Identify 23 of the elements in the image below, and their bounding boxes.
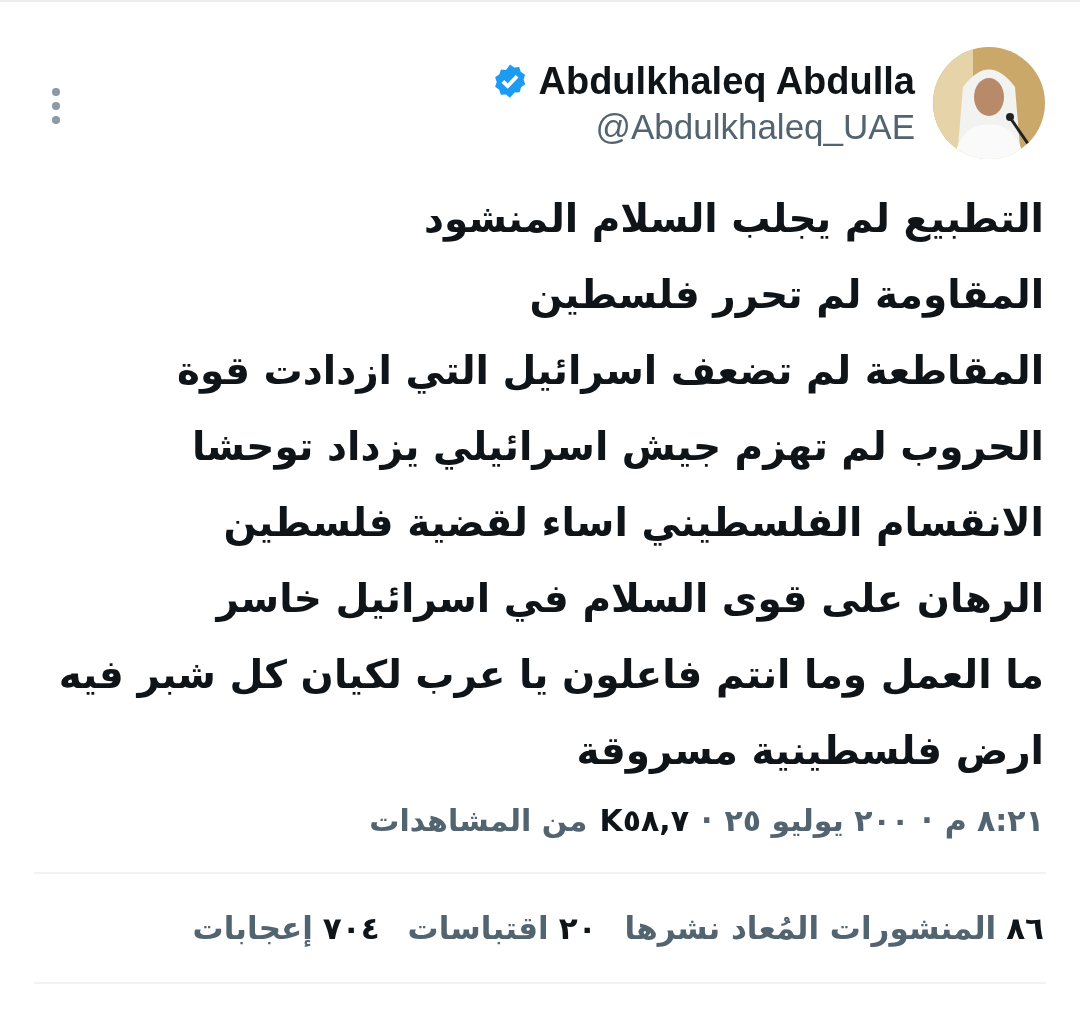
tweet-text-line: المقاطعة لم تضعف اسرائيل التي ازدادت قوة [175,347,1044,396]
post-time: ٨:٢١ م [944,803,1044,838]
stat-count: ٢٠ [558,910,597,946]
tweet-text-line: ارض فلسطينية مسروقة [575,727,1044,776]
views-count: K٥٨,٧ [599,803,689,838]
separator-dot: · [700,803,713,838]
stat-count: ٨٦ [1006,910,1044,946]
tweet-text-line: التطبيع لم يجلب السلام المنشود [422,195,1044,244]
author-name: Abdulkhaleq Abdulla [538,59,915,103]
tweet-text-line: الحروب لم تهزم جيش اسرائيلي يزداد توحشا [190,423,1044,472]
tweet-text-line: المقاومة لم تحرر فلسطين [528,271,1044,320]
views-label: من المشاهدات [369,803,588,838]
stat-count: ٧٠٤ [322,910,380,946]
more-options-icon[interactable] [50,87,62,125]
tweet-text-line: ما العمل وما انتم فاعلون يا عرب لكيان كل شبر فيه [57,651,1044,700]
author-handle: @Abdulkhaleq_UAE [595,106,915,147]
post-date: ٢٠٠ يوليو ٢٥ [724,803,910,838]
tweet-text-line: الانقسام الفلسطيني اساء لقضية فلسطين [222,499,1044,548]
separator-dot: · [921,803,933,838]
tweet-text-line: الرهان على قوى السلام في اسرائيل خاسر [214,575,1044,624]
stat-label[interactable]: إعجابات [192,910,313,946]
stat-label[interactable]: اقتباسات [407,910,549,946]
stat-label[interactable]: المنشورات المُعاد نشرها [624,910,997,946]
